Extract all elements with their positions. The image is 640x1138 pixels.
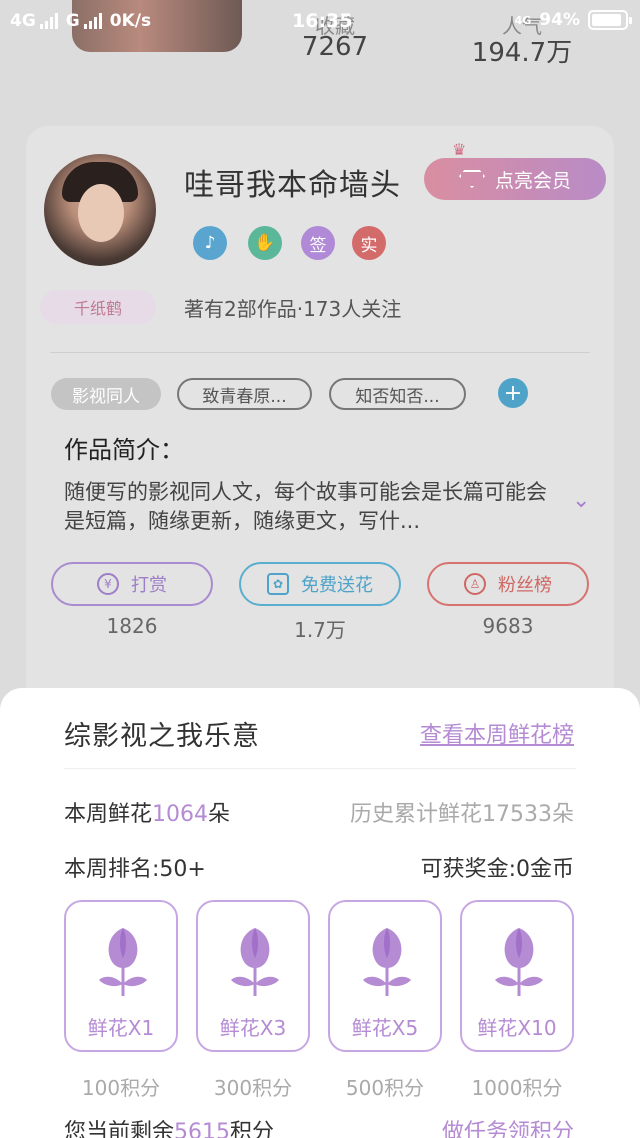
tag-item[interactable]: 致青春原... xyxy=(177,378,312,410)
fan-rank-label: 粉丝榜 xyxy=(498,575,552,596)
sheet-title: 综影视之我乐意 xyxy=(64,721,260,752)
chevron-down-icon[interactable]: ⌄ xyxy=(572,488,590,513)
music-badge-icon[interactable]: ♪ xyxy=(193,226,227,260)
flower-option-1[interactable]: 鲜花X1 xyxy=(64,900,178,1052)
flower-option-cost: 1000积分 xyxy=(471,1076,563,1100)
flower-icon xyxy=(99,928,147,996)
week-rank: 本周排名:50+ xyxy=(64,857,206,882)
diamond-icon xyxy=(458,170,485,188)
signal-icon-2 xyxy=(83,13,102,29)
flower-option-label: 鲜花X10 xyxy=(477,1016,557,1040)
fan-rank-button[interactable]: ♙ 粉丝榜 xyxy=(427,562,589,606)
network-type-2: G xyxy=(65,11,80,31)
user-icon: ♙ xyxy=(464,573,486,595)
network-type-3: 4G xyxy=(514,13,532,27)
network-speed: 0K/s xyxy=(109,11,152,31)
author-avatar[interactable] xyxy=(44,154,156,266)
fan-count: 9683 xyxy=(482,614,534,638)
flower-icon xyxy=(363,928,411,996)
tip-count: 1826 xyxy=(106,614,158,638)
free-flower-button[interactable]: ✿ 免费送花 xyxy=(239,562,401,606)
signed-badge[interactable]: 签 xyxy=(301,226,335,260)
yen-icon: ¥ xyxy=(97,573,119,595)
verified-badge[interactable]: 实 xyxy=(352,226,386,260)
flower-option-10[interactable]: 鲜花X10 xyxy=(460,900,574,1052)
remaining-points: 您当前剩余5615积分 xyxy=(64,1114,274,1138)
flower-count: 1.7万 xyxy=(294,618,346,642)
week-flowers-suffix: 朵 xyxy=(208,802,231,827)
divider xyxy=(50,352,590,353)
flower-option-label: 鲜花X3 xyxy=(219,1016,287,1040)
vip-label: 点亮会员 xyxy=(494,169,571,192)
week-flowers: 本周鲜花1064朵 xyxy=(64,796,230,828)
flower-icon: ✿ xyxy=(267,573,289,595)
reward: 可获奖金:0金币 xyxy=(420,857,574,882)
intro-title: 作品简介： xyxy=(64,436,184,464)
week-flowers-value: 1064 xyxy=(152,802,209,827)
week-flowers-prefix: 本周鲜花 xyxy=(64,802,153,827)
flower-option-cost: 500积分 xyxy=(345,1076,425,1100)
flower-option-cost: 100积分 xyxy=(81,1076,161,1100)
status-bar: 4G G 0K/s 16:35 4G 94% xyxy=(0,0,640,44)
author-name: 哇哥我本命墙头 xyxy=(184,168,401,203)
add-tag-button[interactable]: + xyxy=(498,378,528,408)
flower-option-cost: 300积分 xyxy=(213,1076,293,1100)
free-flower-label: 免费送花 xyxy=(301,575,373,596)
flower-option-label: 鲜花X1 xyxy=(87,1016,155,1040)
tip-button[interactable]: ¥ 打赏 xyxy=(51,562,213,606)
flower-option-label: 鲜花X5 xyxy=(351,1016,419,1040)
crown-icon: ♛ xyxy=(452,140,467,159)
flower-option-5[interactable]: 鲜花X5 xyxy=(328,900,442,1052)
battery-percent: 94% xyxy=(539,10,580,30)
tip-label: 打赏 xyxy=(131,575,167,596)
works-summary: 著有2部作品·173人关注 xyxy=(184,297,402,321)
flower-icon xyxy=(495,928,543,996)
flower-option-3[interactable]: 鲜花X3 xyxy=(196,900,310,1052)
weekly-ranking-link[interactable]: 查看本周鲜花榜 xyxy=(420,717,574,749)
divider xyxy=(64,768,576,769)
remaining-value: 5615 xyxy=(174,1120,231,1138)
battery-icon xyxy=(588,10,632,30)
remaining-prefix: 您当前剩余 xyxy=(64,1120,175,1138)
remaining-suffix: 积分 xyxy=(230,1120,275,1138)
history-flowers: 历史累计鲜花17533朵 xyxy=(350,802,574,827)
signal-icon xyxy=(39,13,58,29)
category-tag[interactable]: 影视同人 xyxy=(51,378,161,410)
tag-item[interactable]: 知否知否... xyxy=(329,378,466,410)
earn-points-link[interactable]: 做任务领积分 xyxy=(442,1114,574,1138)
handshake-badge-icon[interactable]: ✋ xyxy=(248,226,282,260)
clock: 16:35 xyxy=(292,10,353,32)
network-type-1: 4G xyxy=(10,11,36,31)
flower-icon xyxy=(231,928,279,996)
author-level-tag: 千纸鹤 xyxy=(40,290,156,324)
vip-button[interactable]: 点亮会员 xyxy=(424,158,606,200)
intro-text: 随便写的影视同人文，每个故事可能会是长篇可能会是短篇，随缘更新，随缘更文，写什.… xyxy=(64,480,547,533)
